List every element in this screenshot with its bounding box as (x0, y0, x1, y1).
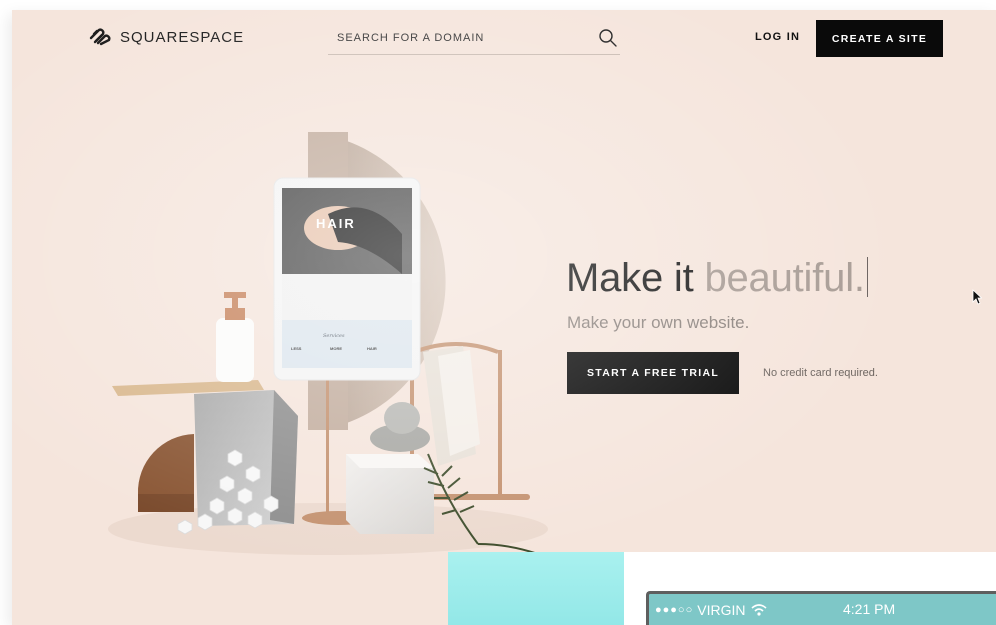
page: SQUARESPACE LOG IN CREATE A SITE (12, 10, 996, 625)
hero-headline: Make it beautiful. (566, 256, 869, 301)
headline-lead: Make it (566, 256, 694, 300)
no-credit-card-note: No credit card required. (763, 367, 878, 379)
template-preview[interactable]: ●●●○○ VIRGIN 4:21 PM (448, 552, 996, 625)
squarespace-logo-icon (89, 28, 111, 46)
carrier-name: VIRGIN (697, 601, 746, 618)
headline-accent: beautiful. (704, 256, 865, 300)
tablet-menu-col-3: HAIR (367, 346, 377, 351)
signal-dots: ●●●○○ (655, 603, 694, 616)
hero-subhead: Make your own website. (567, 313, 750, 332)
status-time: 4:21 PM (843, 601, 896, 617)
tablet-title: HAIR (316, 216, 356, 231)
phone-status-bar: ●●●○○ VIRGIN 4:21 PM (646, 591, 996, 625)
wifi-icon (751, 603, 767, 616)
tablet-menu-col-2: MORE (330, 346, 342, 351)
login-link[interactable]: LOG IN (755, 31, 800, 43)
search-icon[interactable] (598, 28, 618, 48)
brand-logo[interactable]: SQUARESPACE (88, 26, 244, 48)
cursor-icon (972, 289, 982, 305)
brand-name: SQUARESPACE (120, 28, 245, 46)
tablet-menu-col-1: LESS (291, 346, 302, 351)
preview-teal-panel (448, 552, 624, 625)
start-free-trial-button[interactable]: START A FREE TRIAL (567, 352, 739, 394)
typing-caret (866, 257, 869, 297)
hero-illustration (108, 132, 548, 555)
domain-search-input[interactable] (328, 32, 598, 44)
domain-search (328, 22, 620, 55)
create-site-button[interactable]: CREATE A SITE (816, 20, 943, 57)
tablet-menu-heading: Services (323, 333, 345, 339)
